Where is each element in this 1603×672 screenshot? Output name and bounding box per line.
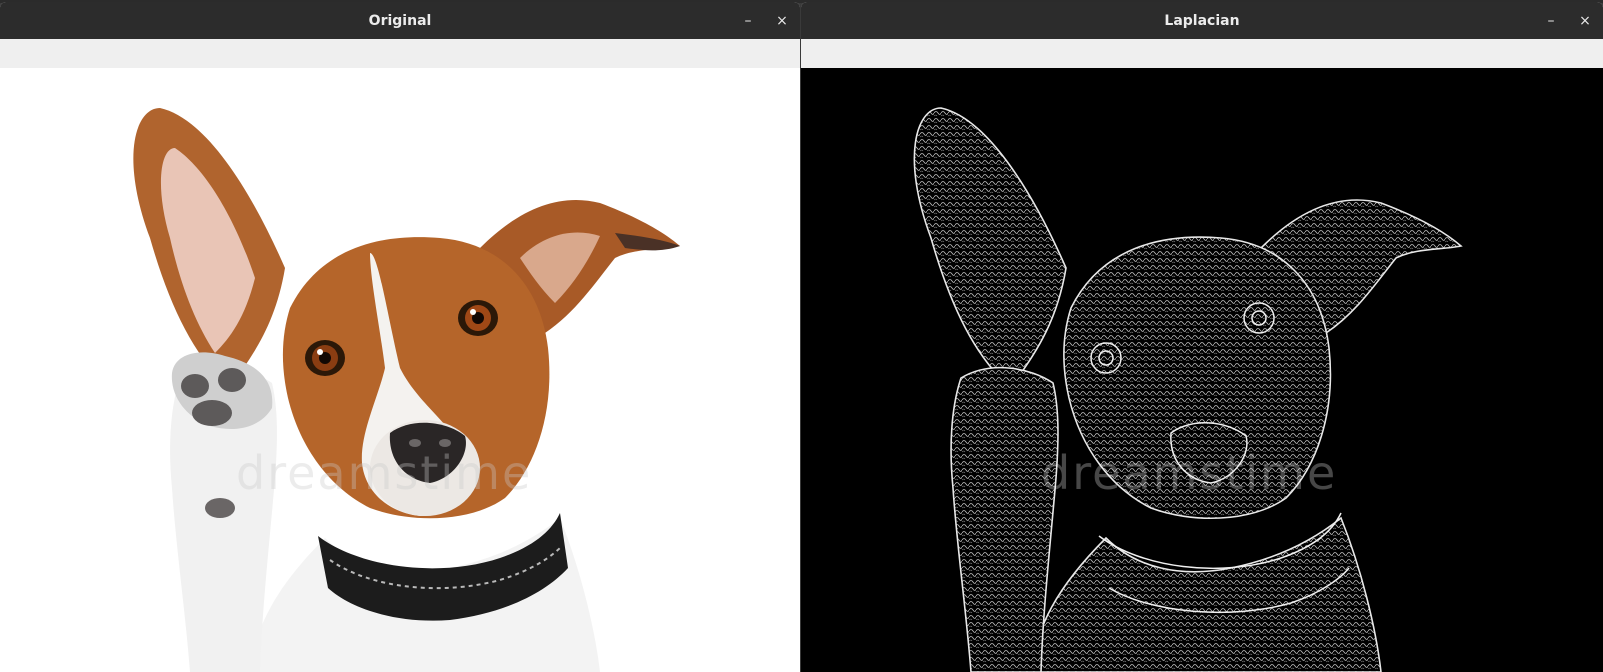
minimize-button[interactable]: –: [738, 11, 758, 31]
original-window[interactable]: Original – × dreamstime: [0, 2, 800, 672]
laplacian-image-canvas[interactable]: dreamstime: [801, 68, 1603, 672]
laplacian-toolbar: [801, 39, 1603, 69]
laplacian-window-title: Laplacian: [1164, 12, 1240, 29]
laplacian-titlebar[interactable]: Laplacian – ×: [801, 2, 1603, 39]
laplacian-window[interactable]: Laplacian – × dreamstime: [801, 2, 1603, 672]
watermark-text: dreamstime: [1041, 446, 1338, 500]
original-titlebar[interactable]: Original – ×: [0, 2, 800, 39]
original-image-canvas[interactable]: dreamstime: [0, 68, 800, 672]
original-window-title: Original: [368, 12, 432, 29]
dog-photo: [133, 108, 680, 672]
watermark-text: dreamstime: [236, 446, 533, 500]
laplacian-edge-image: [913, 107, 1463, 672]
close-button[interactable]: ×: [1575, 11, 1595, 31]
close-button[interactable]: ×: [772, 11, 792, 31]
minimize-button[interactable]: –: [1541, 11, 1561, 31]
original-toolbar: [0, 39, 800, 69]
